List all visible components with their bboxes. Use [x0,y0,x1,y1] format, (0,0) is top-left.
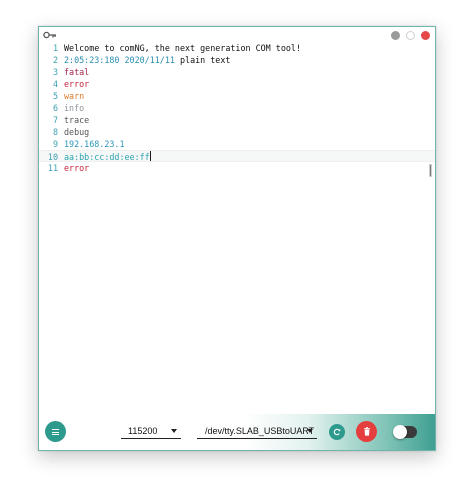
line-number: 2 [52,55,58,65]
line-text: 2:05:23:180 2020/11/11 plain text [64,54,230,66]
editor-line[interactable]: 6 info [39,102,435,114]
line-text: warn [64,90,84,102]
text-cursor [149,151,151,161]
menu-icon [52,428,59,435]
line-segment: error [64,79,90,89]
chevron-down-icon [307,429,313,433]
line-segment: 2:05:23:180 2020/11/11 [64,55,180,65]
line-segment: Welcome to comNG, the next generation CO… [64,43,301,53]
line-segment: debug [64,127,90,137]
editor-line[interactable]: 4 error [39,78,435,90]
trash-icon [363,427,370,436]
menu-button[interactable] [45,421,66,442]
chevron-down-icon [171,429,177,433]
line-segment: 192.168.23.1 [64,139,125,149]
line-segment: aa:bb:cc:dd:ee:ff [64,152,150,162]
editor-line[interactable]: 11 error [39,162,435,174]
editor-line[interactable]: 3 fatal [39,66,435,78]
editor-line[interactable]: 1 Welcome to comNG, the next generation C… [39,42,435,54]
line-text: fatal [64,66,89,78]
editor-line[interactable]: 7 trace [39,114,435,126]
line-number: 9 [52,139,58,149]
line-segment: plain text [179,55,231,65]
terminal-output[interactable]: 1 Welcome to comNG, the next generation C… [39,42,435,417]
line-number: 7 [52,115,58,125]
line-number: 4 [52,79,58,89]
port-select[interactable]: /dev/tty.SLAB_USBtoUART [197,424,317,439]
key-icon [43,31,56,39]
line-number: 6 [52,103,58,113]
editor-line[interactable]: 2 2:05:23:180 2020/11/11 plain text [39,54,435,66]
line-text: Welcome to comNG, the next generation CO… [64,42,301,54]
line-number: 11 [47,163,58,173]
bottom-toolbar: 115200 /dev/tty.SLAB_USBtoUART [39,414,435,450]
baud-rate-value: 115200 [128,426,158,436]
toggle-knob[interactable] [393,425,407,439]
titlebar[interactable] [39,27,435,43]
editor-line[interactable]: 10 aa:bb:cc:dd:ee:ff [39,150,435,162]
close-button[interactable] [421,31,430,40]
refresh-icon [333,428,341,436]
connection-toggle[interactable] [393,425,417,439]
line-segment: error [64,163,90,173]
baud-rate-select[interactable]: 115200 [121,424,181,439]
line-segment: warn [64,91,85,101]
line-text: debug [64,126,89,138]
editor-line[interactable]: 5 warn [39,90,435,102]
editor-line[interactable]: 8 debug [39,126,435,138]
maximize-button[interactable] [406,31,415,40]
line-segment: info [64,103,85,113]
line-text: 192.168.23.1 [64,138,125,150]
clear-button[interactable] [356,421,377,442]
refresh-button[interactable] [329,424,345,440]
minimize-button[interactable] [391,31,400,40]
line-number: 5 [52,91,58,101]
editor-line[interactable]: 9 192.168.23.1 [39,138,435,150]
line-text: error [64,162,89,174]
line-number: 3 [52,67,58,77]
line-number: 1 [52,43,58,53]
app-window: 1 Welcome to comNG, the next generation C… [38,26,436,451]
port-value: /dev/tty.SLAB_USBtoUART [205,426,315,436]
line-text: error [64,78,89,90]
line-segment: trace [64,115,90,125]
line-text: info [64,102,84,114]
line-text: trace [64,114,89,126]
line-number: 8 [52,127,58,137]
line-segment: fatal [64,67,90,77]
